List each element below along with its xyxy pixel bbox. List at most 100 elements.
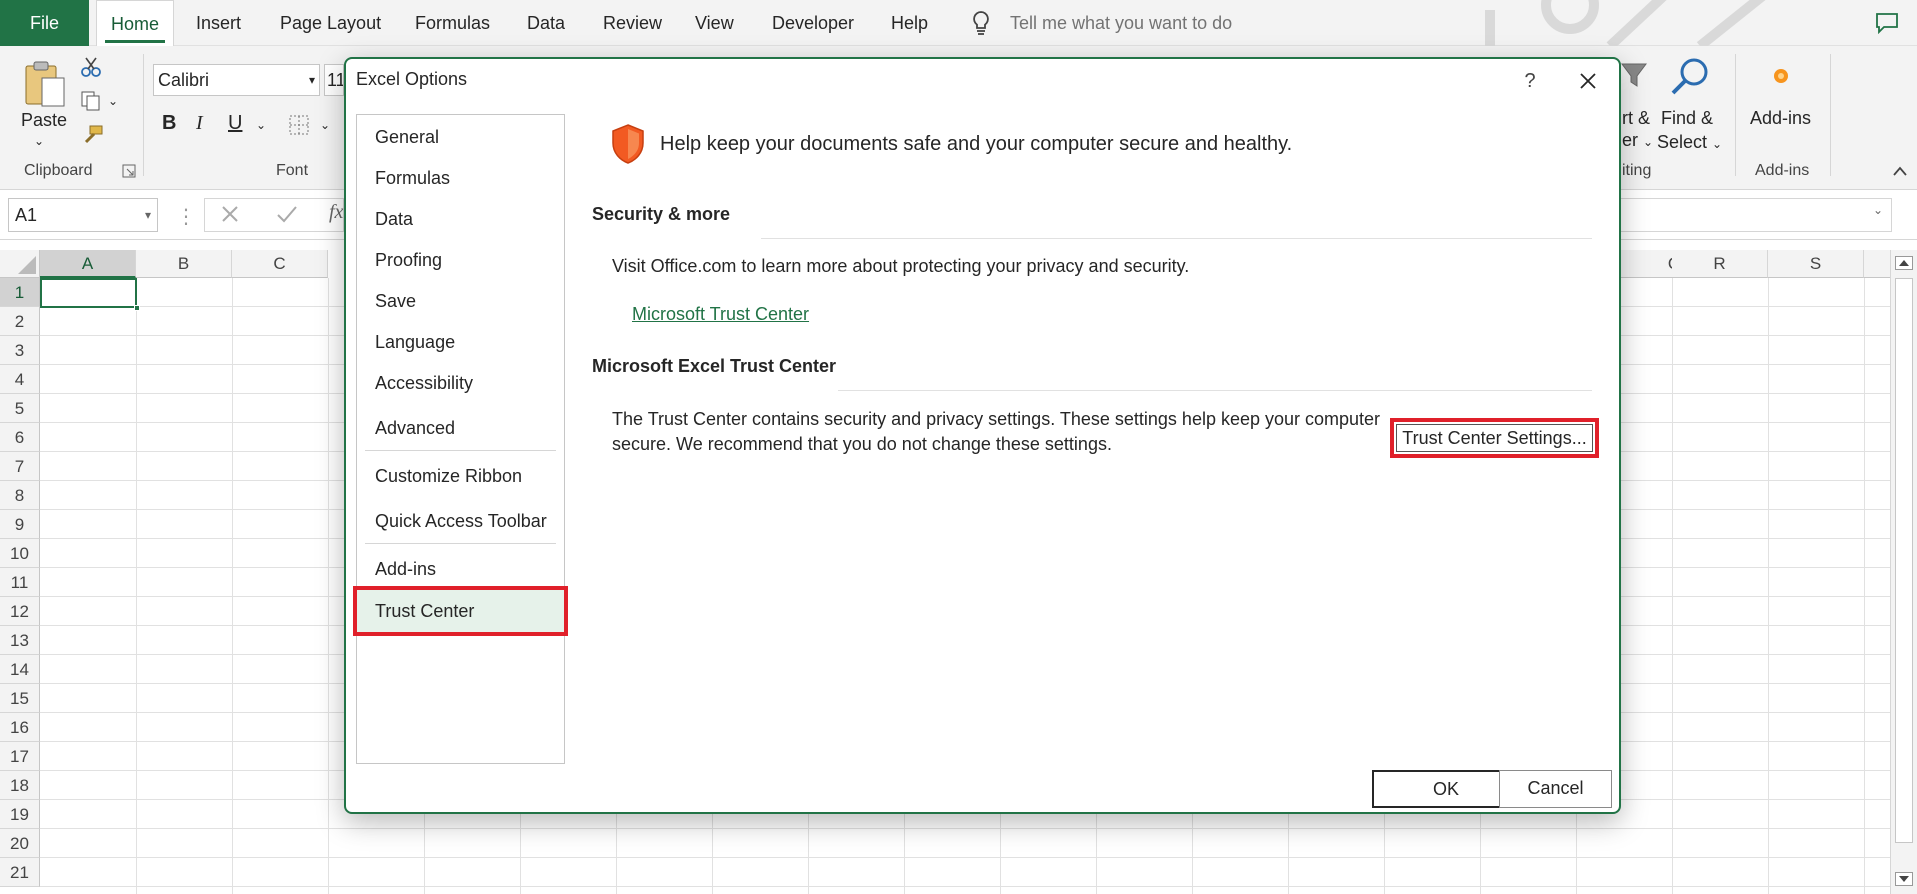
tab-developer[interactable]: Developer <box>764 0 862 46</box>
borders-icon[interactable] <box>288 114 310 141</box>
scroll-thumb[interactable] <box>1895 278 1913 843</box>
trust-center-settings-button[interactable]: Trust Center Settings... <box>1390 418 1599 458</box>
name-box[interactable]: A1 ▾ <box>8 198 158 232</box>
select-all-corner[interactable] <box>0 250 40 278</box>
cancel-button[interactable]: Cancel <box>1499 770 1612 808</box>
tab-page-layout[interactable]: Page Layout <box>272 0 389 46</box>
nav-item-quick-access-toolbar[interactable]: Quick Access Toolbar <box>357 502 564 540</box>
scroll-down-icon[interactable] <box>1895 872 1913 891</box>
nav-item-save[interactable]: Save <box>357 282 564 320</box>
sort-filter-label-2[interactable]: er ⌄ <box>1622 130 1653 151</box>
cut-icon[interactable] <box>80 56 102 83</box>
italic-button[interactable]: I <box>196 112 203 135</box>
paste-dropdown-icon[interactable]: ⌄ <box>34 134 44 148</box>
format-painter-icon[interactable] <box>80 124 104 151</box>
lightbulb-icon[interactable] <box>970 10 992 41</box>
copy-dropdown-icon[interactable]: ⌄ <box>108 94 118 108</box>
underline-button[interactable]: U <box>228 112 242 135</box>
tell-me-search[interactable]: Tell me what you want to do <box>1010 0 1232 46</box>
tab-file[interactable]: File <box>0 0 90 46</box>
close-button[interactable] <box>1568 65 1608 97</box>
row-header[interactable]: 15 <box>0 684 40 713</box>
collapse-ribbon-icon[interactable] <box>1892 164 1908 182</box>
more-options-icon[interactable]: ⋮ <box>176 204 196 229</box>
row-header[interactable]: 8 <box>0 481 40 510</box>
cancel-entry-icon[interactable] <box>219 203 241 230</box>
insert-function-button[interactable]: fx <box>329 201 343 224</box>
font-name-select[interactable]: Calibri ▾ <box>153 64 320 96</box>
row-header[interactable]: 10 <box>0 539 40 568</box>
row-header[interactable]: 20 <box>0 829 40 858</box>
nav-item-advanced[interactable]: Advanced <box>357 409 564 447</box>
comments-icon[interactable] <box>1875 12 1899 39</box>
nav-item-general[interactable]: General <box>357 118 564 156</box>
font-size-select[interactable]: 11 <box>324 64 344 96</box>
nav-item-data[interactable]: Data <box>357 200 564 238</box>
formula-input[interactable]: ⌄ <box>1612 198 1892 232</box>
nav-item-language[interactable]: Language <box>357 323 564 361</box>
tab-formulas[interactable]: Formulas <box>407 0 498 46</box>
scroll-up-icon[interactable] <box>1895 256 1913 275</box>
nav-item-add-ins[interactable]: Add-ins <box>357 550 564 588</box>
row-header[interactable]: 4 <box>0 365 40 394</box>
column-header-b[interactable]: B <box>136 250 232 278</box>
borders-dropdown-icon[interactable]: ⌄ <box>320 118 330 132</box>
tab-help[interactable]: Help <box>883 0 936 46</box>
ok-button[interactable]: OK <box>1372 770 1520 808</box>
filter-icon[interactable] <box>1620 60 1648 95</box>
find-icon[interactable] <box>1668 56 1712 101</box>
row-header[interactable]: 6 <box>0 423 40 452</box>
tab-insert[interactable]: Insert <box>188 0 249 46</box>
row-header[interactable]: 12 <box>0 597 40 626</box>
gridline <box>328 278 329 894</box>
find-select-button-2[interactable]: Select ⌄ <box>1657 132 1722 153</box>
addins-group-label: Add-ins <box>1755 162 1810 179</box>
active-cell[interactable] <box>40 278 140 311</box>
underline-dropdown-icon[interactable]: ⌄ <box>256 118 266 132</box>
row-header[interactable]: 9 <box>0 510 40 539</box>
row-header[interactable]: 16 <box>0 713 40 742</box>
row-header[interactable]: 2 <box>0 307 40 336</box>
column-header-s[interactable]: S <box>1768 250 1864 278</box>
nav-item-accessibility[interactable]: Accessibility <box>357 364 564 402</box>
vertical-scrollbar[interactable] <box>1890 250 1917 894</box>
column-header-c[interactable]: C <box>232 250 328 278</box>
column-header-r[interactable]: R <box>1672 250 1768 278</box>
microsoft-trust-center-link[interactable]: Microsoft Trust Center <box>632 304 809 325</box>
copy-icon[interactable] <box>80 90 102 117</box>
tab-data[interactable]: Data <box>519 0 573 46</box>
row-header[interactable]: 3 <box>0 336 40 365</box>
editing-group-label: iting <box>1622 162 1652 179</box>
confirm-entry-icon[interactable] <box>275 203 299 230</box>
chevron-down-icon: ⌄ <box>1872 203 1883 217</box>
nav-item-proofing[interactable]: Proofing <box>357 241 564 279</box>
row-header[interactable]: 18 <box>0 771 40 800</box>
clipboard-launcher-icon[interactable] <box>122 164 136 183</box>
row-header[interactable]: 5 <box>0 394 40 423</box>
row-header[interactable]: 7 <box>0 452 40 481</box>
row-header[interactable]: 17 <box>0 742 40 771</box>
chevron-down-icon: ▾ <box>308 73 315 87</box>
row-header[interactable]: 21 <box>0 858 40 887</box>
bold-button[interactable]: B <box>162 112 176 135</box>
tab-review[interactable]: Review <box>595 0 670 46</box>
tab-home[interactable]: Home <box>96 0 175 47</box>
column-header-a[interactable]: A <box>40 250 136 278</box>
row-header[interactable]: 19 <box>0 800 40 829</box>
sort-filter-label[interactable]: rt & <box>1622 108 1650 129</box>
row-header[interactable]: 1 <box>0 278 40 307</box>
paste-button[interactable]: Paste <box>21 110 67 131</box>
addins-icon[interactable] <box>1773 68 1789 89</box>
addins-button[interactable]: Add-ins <box>1750 108 1811 129</box>
row-header[interactable]: 11 <box>0 568 40 597</box>
nav-item-formulas[interactable]: Formulas <box>357 159 564 197</box>
fill-handle[interactable] <box>134 305 140 311</box>
row-header[interactable]: 14 <box>0 655 40 684</box>
paste-icon[interactable] <box>22 58 66 113</box>
nav-item-trust-center[interactable]: Trust Center <box>353 586 568 636</box>
row-header[interactable]: 13 <box>0 626 40 655</box>
find-select-button[interactable]: Find & <box>1661 108 1713 129</box>
help-button[interactable]: ? <box>1510 65 1550 97</box>
tab-view[interactable]: View <box>687 0 742 46</box>
nav-item-customize-ribbon[interactable]: Customize Ribbon <box>357 457 564 495</box>
